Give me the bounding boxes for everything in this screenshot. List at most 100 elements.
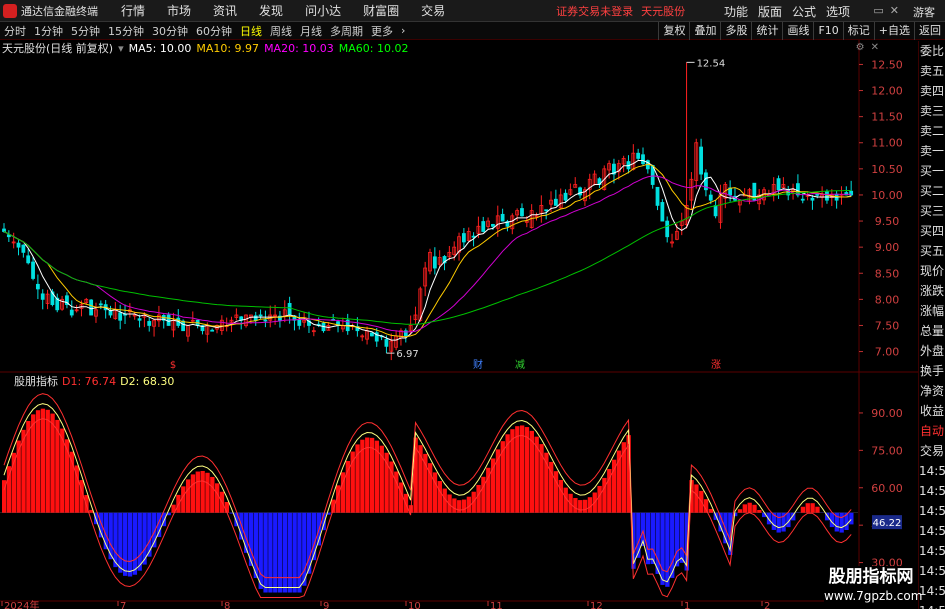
side-item[interactable]: 买一 <box>919 161 945 181</box>
indicator-bar-neg <box>849 512 854 525</box>
stock-name-title: 天元股份 <box>641 4 686 18</box>
y-tick-label: 10.50 <box>871 163 903 176</box>
side-item[interactable]: 收益 <box>919 401 945 421</box>
indicator-bar-pos <box>384 452 389 513</box>
period-30min[interactable]: 30分钟 <box>148 23 192 39</box>
period-1min[interactable]: 1分钟 <box>30 23 67 39</box>
app-logo-icon <box>3 3 17 18</box>
indicator-bar-pos <box>432 472 438 513</box>
guest-label[interactable]: 游客 <box>913 4 935 20</box>
candle-down <box>655 186 660 206</box>
side-item[interactable]: 现价 <box>919 261 945 281</box>
window-controls[interactable]: ▭✕ <box>873 4 905 17</box>
side-item[interactable]: 买四 <box>919 221 945 241</box>
side-item[interactable]: 14:56 <box>919 501 945 521</box>
side-item[interactable]: 14:56 <box>919 541 945 561</box>
side-item[interactable]: 换手 <box>919 361 945 381</box>
menu-market-quotes[interactable]: 行情 <box>110 2 156 19</box>
tool-draw[interactable]: 画线 <box>782 22 813 40</box>
ind-y-tick-label: 75.00 <box>871 444 903 457</box>
tool-overlay[interactable]: 叠加 <box>689 22 720 40</box>
side-item[interactable]: 自动 <box>919 421 945 441</box>
period-multi[interactable]: 多周期 <box>326 23 367 39</box>
candlesticks <box>2 62 854 361</box>
side-item[interactable]: 14:56 <box>919 461 945 481</box>
login-notice[interactable]: 证券交易未登录 <box>556 3 633 19</box>
side-item[interactable]: 涨跌 <box>919 281 945 301</box>
indicator-name[interactable]: 股朋指标 <box>14 373 58 389</box>
side-item[interactable]: 卖二 <box>919 121 945 141</box>
side-item[interactable]: 委比 <box>919 41 945 61</box>
menu-trade[interactable]: 交易 <box>410 2 456 19</box>
indicator-bar-neg <box>118 512 123 573</box>
tool-back[interactable]: 返回 <box>914 22 945 40</box>
candle-down <box>810 197 815 201</box>
period-toolbar: 分时 1分钟 5分钟 15分钟 30分钟 60分钟 日线 周线 月线 多周期 更… <box>0 22 945 40</box>
side-item[interactable]: 买五 <box>919 241 945 261</box>
side-item[interactable]: 外盘 <box>919 341 945 361</box>
chart-settings-icon[interactable]: ⚙✕ <box>856 42 885 53</box>
menu-market[interactable]: 市场 <box>156 2 202 19</box>
candle-down <box>491 223 495 227</box>
tool-f10[interactable]: F10 <box>813 22 842 40</box>
tool-add-watchlist[interactable]: +自选 <box>873 22 914 40</box>
candle-down <box>660 202 665 222</box>
side-item[interactable]: 涨幅 <box>919 301 945 321</box>
period-15min[interactable]: 15分钟 <box>104 23 148 39</box>
menu-ask[interactable]: 问小达 <box>294 2 352 19</box>
kline-chart[interactable]: 7.00 7.50 8.00 8.50 9.00 9.50 10.00 10.50 11.00 1… <box>0 40 918 609</box>
y-tick-label: 7.50 <box>875 319 900 332</box>
indicator-bar-pos <box>185 479 191 513</box>
menu-function[interactable]: 功能 <box>719 3 753 20</box>
tool-adjust[interactable]: 复权 <box>658 22 689 40</box>
period-monthly[interactable]: 月线 <box>296 23 326 39</box>
ma60-line <box>3 190 852 325</box>
side-item[interactable]: 买三 <box>919 201 945 221</box>
side-item[interactable]: 卖五 <box>919 61 945 81</box>
menu-layout[interactable]: 版面 <box>753 3 787 20</box>
side-item[interactable]: 总量 <box>919 321 945 341</box>
period-weekly[interactable]: 周线 <box>266 23 296 39</box>
chevron-right-icon[interactable]: › <box>397 24 409 37</box>
chart-tools: 复权 叠加 多股 统计 画线 F10 标记 +自选 返回 <box>658 22 945 40</box>
period-more[interactable]: 更多 <box>367 23 397 39</box>
menu-news[interactable]: 资讯 <box>202 2 248 19</box>
candle-down <box>69 309 74 316</box>
menu-wealth[interactable]: 财富圈 <box>352 2 410 19</box>
tool-multi-stock[interactable]: 多股 <box>720 22 751 40</box>
candle-down <box>384 339 389 347</box>
side-item[interactable]: 买二 <box>919 181 945 201</box>
tool-mark[interactable]: 标记 <box>842 22 874 40</box>
menu-formula[interactable]: 公式 <box>787 3 821 20</box>
side-item[interactable]: 卖四 <box>919 81 945 101</box>
side-item[interactable]: 卖一 <box>919 141 945 161</box>
menu-discover[interactable]: 发现 <box>248 2 294 19</box>
menu-options[interactable]: 选项 <box>821 3 855 20</box>
period-daily[interactable]: 日线 <box>236 23 266 39</box>
period-60min[interactable]: 60分钟 <box>192 23 236 39</box>
candle-down <box>699 146 703 175</box>
side-item[interactable]: 14:56 <box>919 561 945 581</box>
indicator-d2: D2: 68.30 <box>120 374 175 388</box>
candle-down <box>89 299 94 316</box>
side-item[interactable]: 交易 <box>919 441 945 461</box>
period-5min[interactable]: 5分钟 <box>67 23 104 39</box>
side-item[interactable]: 卖三 <box>919 101 945 121</box>
indicator-bar-pos <box>757 510 762 513</box>
side-item[interactable]: 14:56 <box>919 521 945 541</box>
side-item[interactable]: 14:56 <box>919 581 945 601</box>
period-intraday[interactable]: 分时 <box>0 23 30 39</box>
candle-down <box>26 255 31 264</box>
side-item[interactable]: 14:56 <box>919 601 945 609</box>
indicator-bar-neg <box>263 512 268 593</box>
ma20-line <box>3 175 852 333</box>
side-item[interactable]: 净资 <box>919 381 945 401</box>
side-item[interactable]: 14:56 <box>919 481 945 501</box>
ma-toggle-icon[interactable]: ▾ <box>118 42 124 55</box>
ma20-label: MA20: 10.03 <box>264 41 334 55</box>
indicator-bar-neg <box>650 512 656 565</box>
indicator-bar-neg <box>292 512 297 593</box>
y-tick-label: 9.00 <box>875 241 900 254</box>
tool-stats[interactable]: 统计 <box>751 22 782 40</box>
candle-down <box>16 242 21 248</box>
